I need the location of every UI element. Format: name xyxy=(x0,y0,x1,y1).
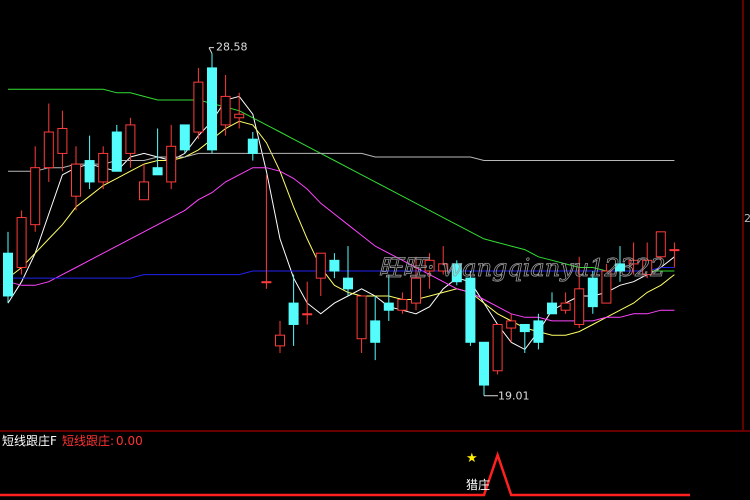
candle-body xyxy=(152,167,163,176)
candle-body xyxy=(207,67,217,151)
low-price-label: 19.01 xyxy=(498,390,530,403)
candle-body xyxy=(261,281,272,284)
indicator-name: 短线跟庄F xyxy=(2,433,57,448)
candle-body xyxy=(519,323,530,333)
candle-body xyxy=(84,160,95,183)
candle-body xyxy=(465,277,476,343)
indicator-series-label: 短线跟庄: xyxy=(62,433,114,448)
candle-body xyxy=(57,127,68,154)
candle-body xyxy=(560,302,571,311)
candle-body xyxy=(315,252,326,279)
candle-body xyxy=(3,252,13,297)
candle-body xyxy=(125,124,136,154)
candle xyxy=(179,124,190,154)
candle-body xyxy=(329,259,340,272)
star-icon: ★ xyxy=(466,451,478,466)
candle-body xyxy=(343,277,353,290)
candle-body xyxy=(492,323,503,372)
candle xyxy=(492,323,503,375)
candle-body xyxy=(71,163,81,197)
candle-body xyxy=(234,113,245,119)
candle-body xyxy=(587,277,598,308)
candle-body xyxy=(247,138,258,154)
candle-body xyxy=(479,341,489,386)
right-axis-label: 2 xyxy=(744,212,750,225)
candle-body xyxy=(288,302,299,325)
high-price-label: 28.58 xyxy=(216,41,248,54)
candle xyxy=(111,124,122,172)
candle-body xyxy=(220,95,231,126)
candle-body xyxy=(275,334,285,347)
candle-body xyxy=(397,299,408,311)
candle-body xyxy=(370,320,381,343)
candle-body xyxy=(574,288,585,325)
candle xyxy=(207,53,217,154)
candle-body xyxy=(302,313,313,316)
candle-body xyxy=(356,295,367,340)
candle-body xyxy=(139,181,149,201)
indicator-value: 0.00 xyxy=(116,434,143,448)
chart-background xyxy=(0,0,750,500)
candle-body xyxy=(166,145,177,183)
signal-label: 猎庄 xyxy=(466,477,490,492)
candle-body xyxy=(30,167,41,226)
candle-body xyxy=(669,249,680,252)
candle-body xyxy=(98,152,109,183)
candle xyxy=(465,271,476,346)
candle-body xyxy=(506,320,517,329)
candle-body xyxy=(43,131,54,169)
candle-body xyxy=(547,302,557,315)
candle-body xyxy=(193,81,204,133)
stock-chart-window[interactable]: 28.58 19.01 旺旺: wangqianyu12322 2 短线跟庄F 短… xyxy=(0,0,750,500)
watermark-text: 旺旺: wangqianyu12322 xyxy=(378,254,666,282)
candle-body xyxy=(16,217,27,268)
candle-body xyxy=(383,302,394,311)
candle-body xyxy=(533,320,544,343)
candle-body xyxy=(179,124,190,151)
candle xyxy=(16,210,27,275)
candle-body xyxy=(111,131,122,172)
